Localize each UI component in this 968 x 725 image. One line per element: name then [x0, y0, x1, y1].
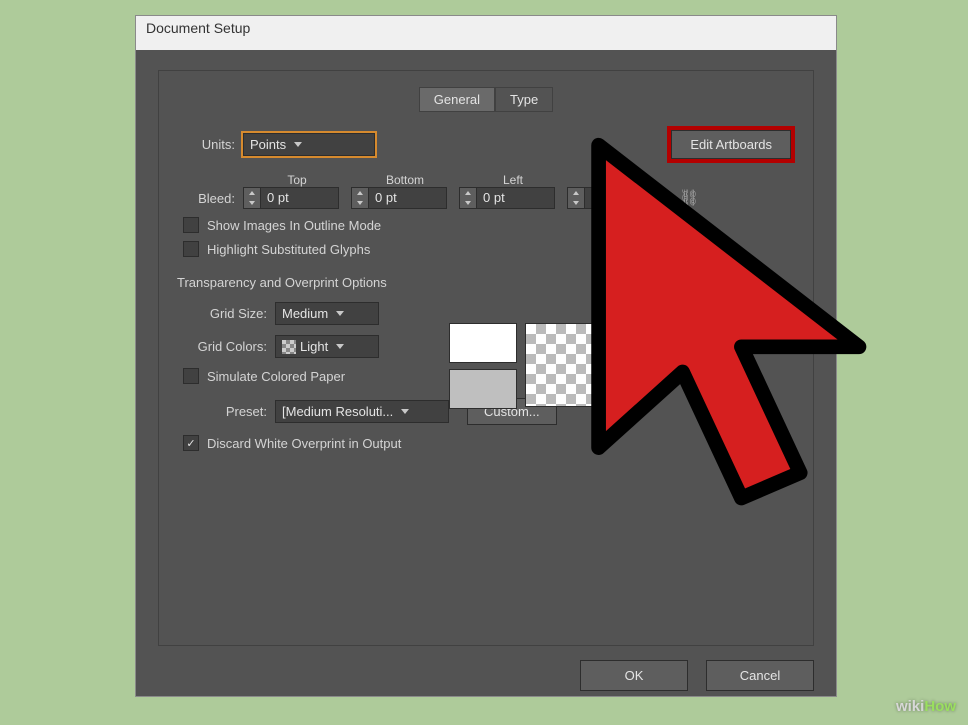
- bleed-bottom-value[interactable]: 0 pt: [369, 187, 447, 209]
- settings-panel: General Type Units: Points Edit Artboard…: [158, 70, 814, 646]
- spinner-buttons[interactable]: [243, 187, 261, 209]
- checkbox-unchecked-icon[interactable]: [183, 368, 199, 384]
- preset-value: [Medium Resoluti...: [282, 404, 393, 419]
- bleed-right-value[interactable]: 0 pt: [585, 187, 663, 209]
- dialog-content: General Type Units: Points Edit Artboard…: [136, 50, 836, 707]
- bleed-header-bottom: Bottom: [351, 173, 459, 187]
- bleed-header-top: Top: [243, 173, 351, 187]
- dialog-title: Document Setup: [136, 16, 836, 50]
- bleed-row: Bleed: 0 pt 0 pt 0 pt 0 pt ⛓: [177, 187, 795, 209]
- checkbox-unchecked-icon[interactable]: [183, 217, 199, 233]
- document-setup-dialog: Document Setup General Type Units: Point…: [135, 15, 837, 697]
- swatch-preview: [449, 323, 613, 409]
- tab-general[interactable]: General: [419, 87, 495, 112]
- tab-bar: General Type: [177, 87, 795, 112]
- grid-size-dropdown[interactable]: Medium: [275, 302, 379, 325]
- cancel-button[interactable]: Cancel: [706, 660, 814, 691]
- grid-size-value: Medium: [282, 306, 328, 321]
- edit-artboards-highlight: Edit Artboards: [667, 126, 795, 163]
- bleed-headers: Top Bottom Left Right: [243, 173, 795, 187]
- bleed-bottom-spinner[interactable]: 0 pt: [351, 187, 447, 209]
- bleed-top-value[interactable]: 0 pt: [261, 187, 339, 209]
- bleed-label: Bleed:: [177, 191, 235, 206]
- bleed-header-right: Right: [567, 173, 675, 187]
- spinner-buttons[interactable]: [351, 187, 369, 209]
- bleed-top-spinner[interactable]: 0 pt: [243, 187, 339, 209]
- spinner-buttons[interactable]: [567, 187, 585, 209]
- highlight-glyphs-label: Highlight Substituted Glyphs: [207, 242, 370, 257]
- ok-button[interactable]: OK: [580, 660, 688, 691]
- show-outline-label: Show Images In Outline Mode: [207, 218, 381, 233]
- spinner-buttons[interactable]: [459, 187, 477, 209]
- chevron-down-icon: [294, 142, 302, 147]
- chevron-down-icon: [401, 409, 409, 414]
- dialog-footer: OK Cancel: [158, 660, 814, 691]
- grid-size-label: Grid Size:: [177, 306, 267, 321]
- checkbox-unchecked-icon[interactable]: [183, 241, 199, 257]
- units-row: Units: Points Edit Artboards: [177, 126, 795, 163]
- bleed-right-spinner[interactable]: 0 pt: [567, 187, 663, 209]
- highlight-glyphs-row[interactable]: Highlight Substituted Glyphs: [183, 241, 795, 257]
- tab-type[interactable]: Type: [495, 87, 553, 112]
- transparency-preview: [525, 323, 613, 407]
- checker-swatch-icon: [282, 340, 296, 354]
- grid-colors-dropdown[interactable]: Light: [275, 335, 379, 358]
- swatch-gray[interactable]: [449, 369, 517, 409]
- show-outline-row[interactable]: Show Images In Outline Mode: [183, 217, 795, 233]
- simulate-paper-label: Simulate Colored Paper: [207, 369, 345, 384]
- grid-colors-label: Grid Colors:: [177, 339, 267, 354]
- units-dropdown[interactable]: Points: [243, 133, 375, 156]
- edit-artboards-button[interactable]: Edit Artboards: [671, 130, 791, 159]
- chevron-down-icon: [336, 311, 344, 316]
- units-value: Points: [250, 137, 286, 152]
- bleed-header-left: Left: [459, 173, 567, 187]
- units-label: Units:: [177, 137, 235, 152]
- bleed-left-value[interactable]: 0 pt: [477, 187, 555, 209]
- watermark-how: How: [924, 698, 956, 715]
- discard-white-row[interactable]: ✓ Discard White Overprint in Output: [183, 435, 795, 451]
- preset-dropdown[interactable]: [Medium Resoluti...: [275, 400, 449, 423]
- watermark-wiki: wiki: [896, 698, 924, 715]
- preset-label: Preset:: [177, 404, 267, 419]
- bleed-left-spinner[interactable]: 0 pt: [459, 187, 555, 209]
- swatch-white[interactable]: [449, 323, 517, 363]
- grid-size-row: Grid Size: Medium: [177, 302, 795, 325]
- watermark: wikiHow: [896, 698, 956, 715]
- link-icon[interactable]: ⛓: [679, 188, 699, 208]
- grid-colors-value: Light: [300, 339, 328, 354]
- discard-white-label: Discard White Overprint in Output: [207, 436, 401, 451]
- checkbox-checked-icon[interactable]: ✓: [183, 435, 199, 451]
- chevron-down-icon: [336, 344, 344, 349]
- transparency-section-title: Transparency and Overprint Options: [177, 275, 795, 290]
